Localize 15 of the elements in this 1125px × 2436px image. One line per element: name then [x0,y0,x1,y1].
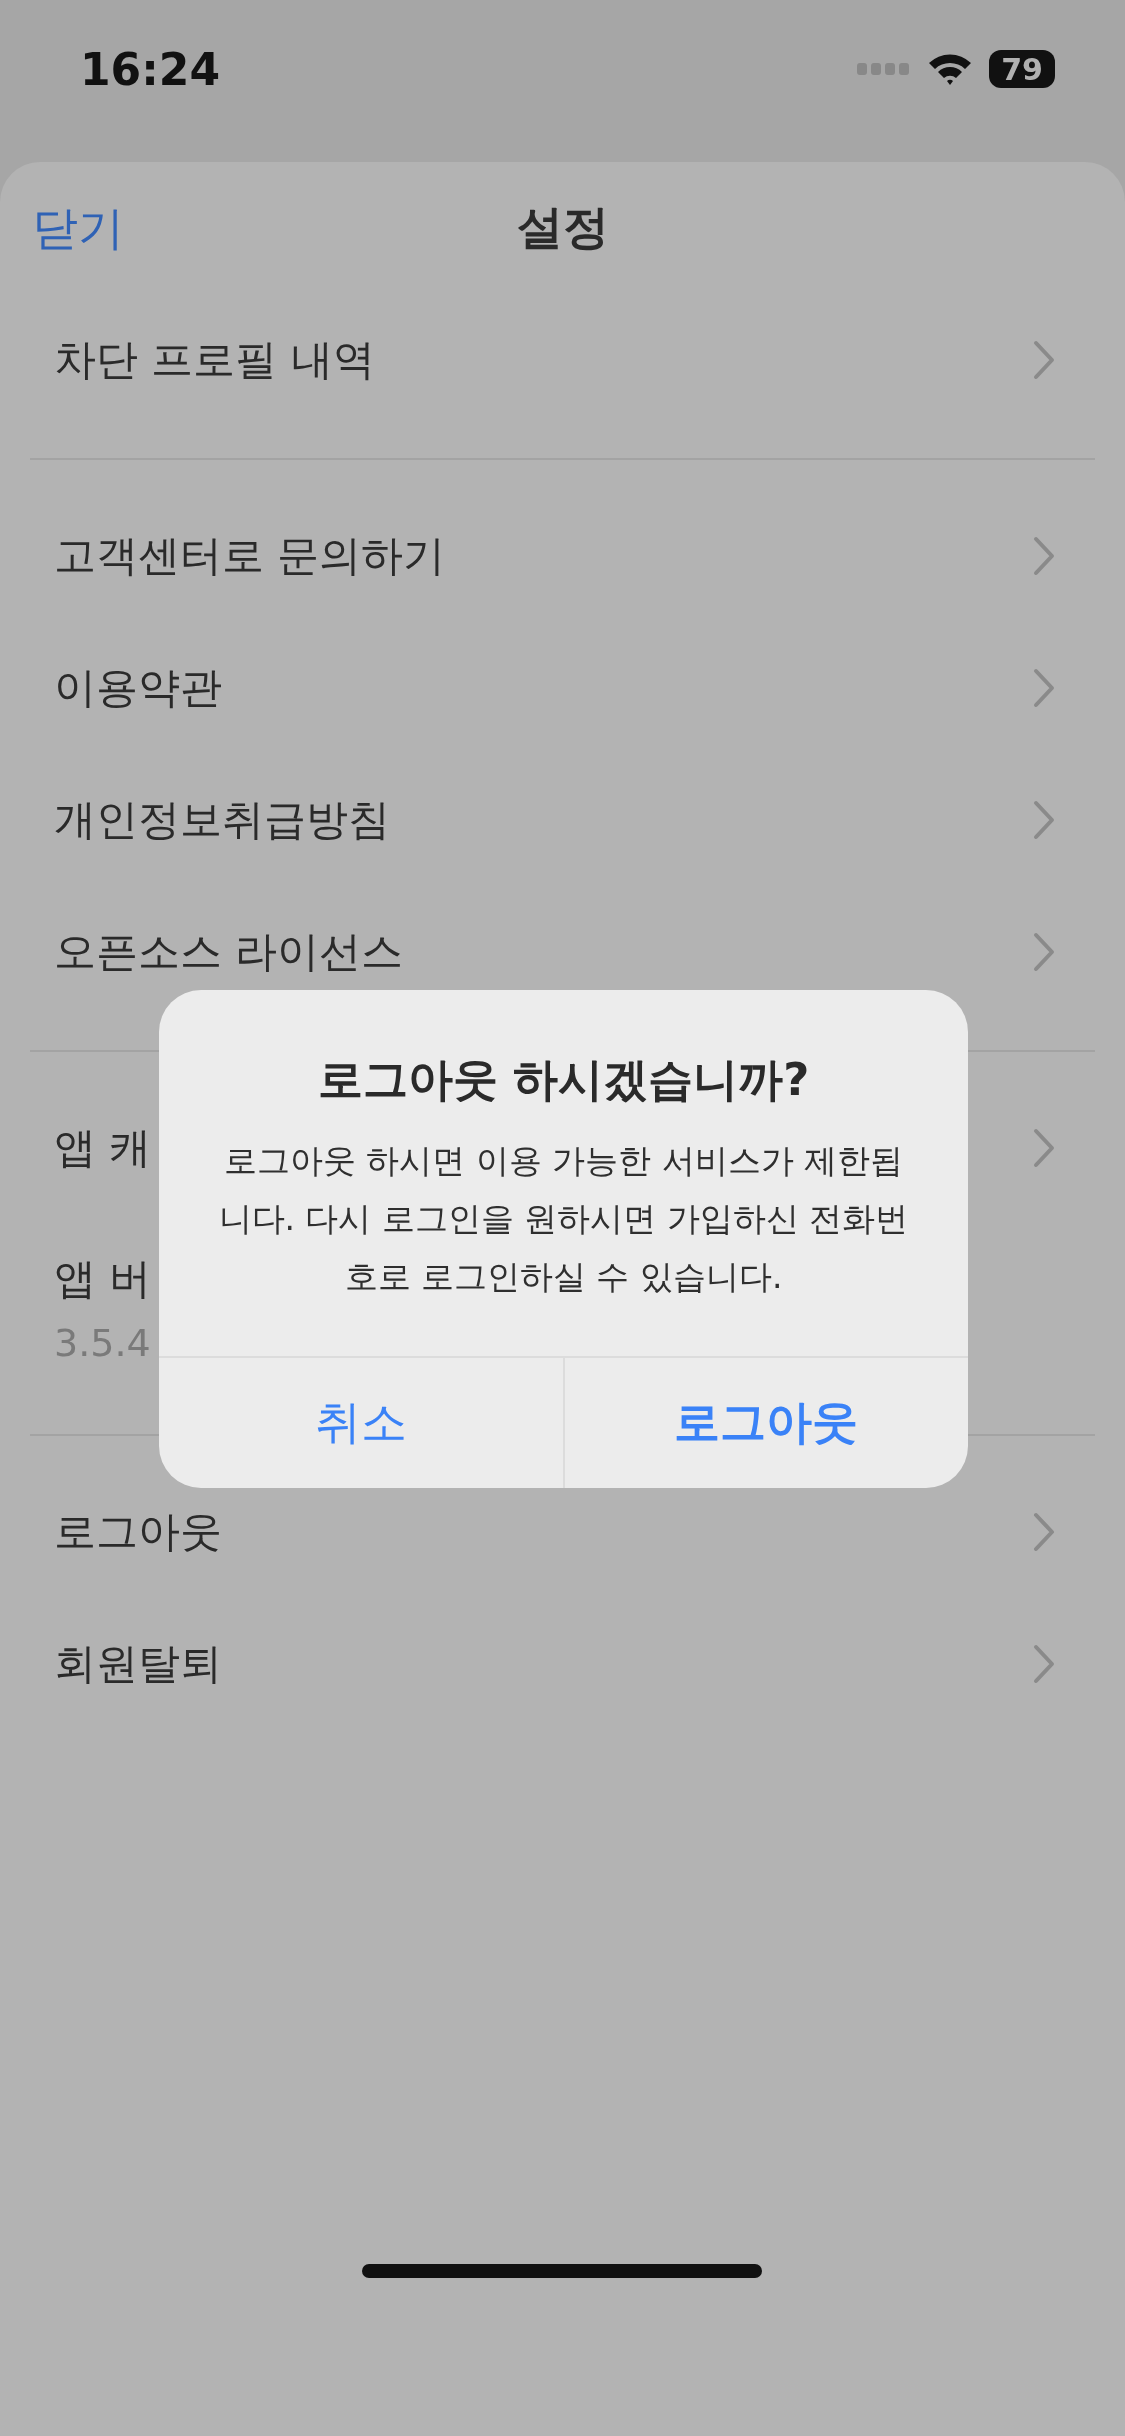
dialog-title: 로그아웃 하시겠습니까? [317,1052,810,1108]
row-label: 개인정보취급방침 [54,794,390,846]
battery-level: 79 [989,50,1055,88]
status-time: 16:24 [80,44,221,95]
row-label: 로그아웃 [54,1506,222,1558]
row-label: 앱 버 [54,1253,152,1305]
row-label: 차단 프로필 내역 [54,334,375,386]
version-text: 3.5.4 [54,1321,152,1365]
row-label: 회원탈퇴 [54,1638,222,1690]
screen-title: 설정 [516,199,609,256]
row-label: 고객센터로 문의하기 [54,530,446,582]
row-label: 오픈소스 라이선스 [54,926,404,978]
row-label: 이용약관 [54,662,222,714]
row-label: 앱 캐 [54,1122,152,1174]
dialog-message: 로그아웃 하시면 이용 가능한 서비스가 제한됩니다. 다시 로그인을 원하시면 가입하신 전화번호로 로그인하실 수 있습니다. [217,1140,910,1298]
